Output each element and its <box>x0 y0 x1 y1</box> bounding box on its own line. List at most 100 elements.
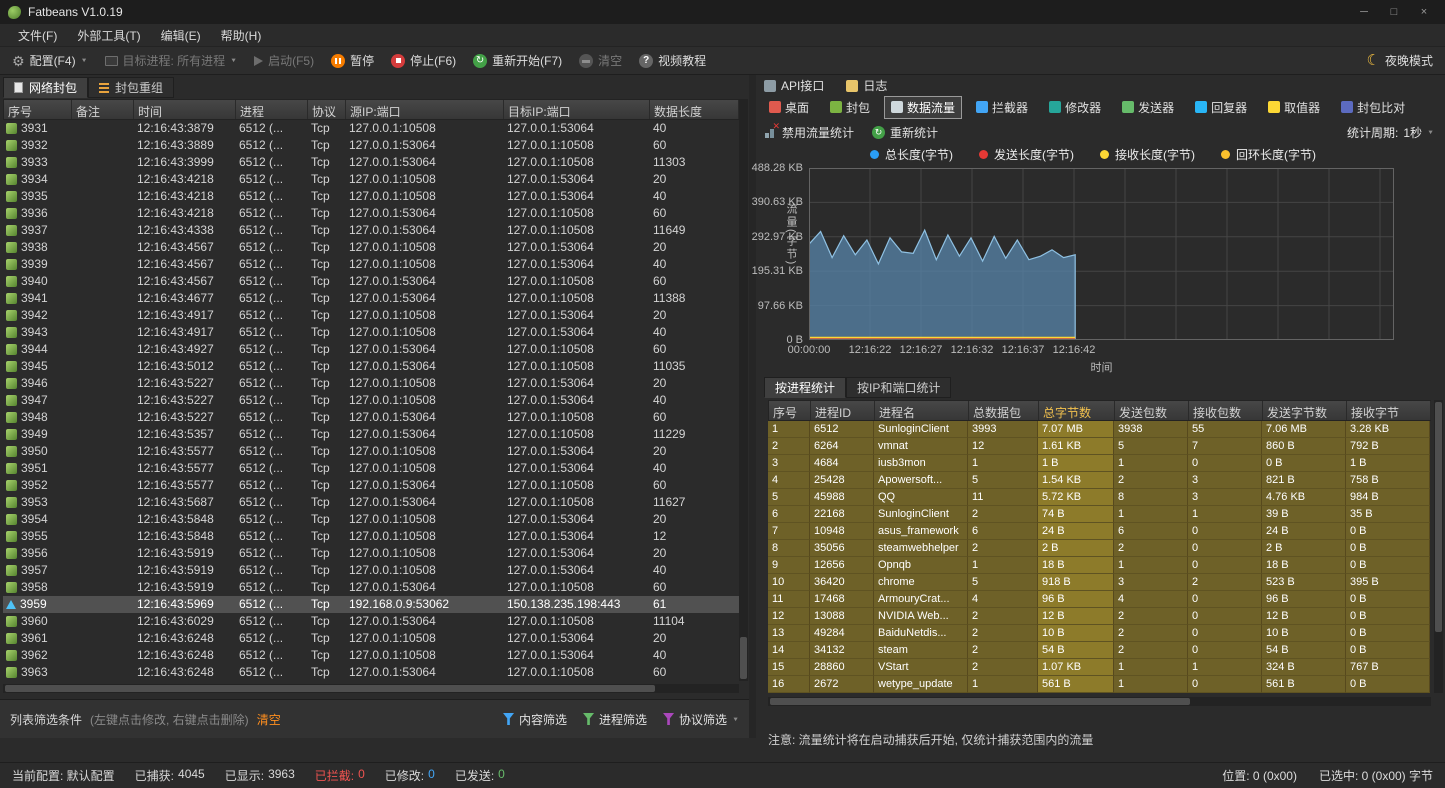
column-header[interactable]: 序号 <box>769 401 811 420</box>
table-row[interactable]: 395012:16:43:55776512 (...Tcp127.0.0.1:1… <box>3 443 739 460</box>
tab-by-ip-port[interactable]: 按IP和端口统计 <box>846 377 951 398</box>
table-row[interactable]: 394312:16:43:49176512 (...Tcp127.0.0.1:1… <box>3 324 739 341</box>
column-header[interactable]: 接收字节 <box>1347 401 1431 420</box>
table-row[interactable]: 396012:16:43:60296512 (...Tcp127.0.0.1:5… <box>3 613 739 630</box>
column-header[interactable]: 总数据包 <box>969 401 1039 420</box>
tab-traffic[interactable]: 数据流量 <box>884 96 962 119</box>
table-row[interactable]: 393912:16:43:45676512 (...Tcp127.0.0.1:1… <box>3 256 739 273</box>
table-row[interactable]: 394212:16:43:49176512 (...Tcp127.0.0.1:1… <box>3 307 739 324</box>
filter-clear-button[interactable]: 清空 <box>257 711 281 728</box>
table-row[interactable]: 912656Opnqb118 B1018 B0 B <box>768 557 1431 574</box>
column-header[interactable]: 发送字节数 <box>1263 401 1347 420</box>
table-row[interactable]: 393812:16:43:45676512 (...Tcp127.0.0.1:1… <box>3 239 739 256</box>
column-header[interactable]: 序号 <box>4 100 72 119</box>
disable-traffic-stats-button[interactable]: 禁用流量统计 <box>764 124 854 141</box>
column-header[interactable]: 接收包数 <box>1189 401 1263 420</box>
panel-splitter[interactable] <box>749 75 756 738</box>
column-header[interactable]: 进程 <box>236 100 308 119</box>
tab-packets[interactable]: 封包 <box>823 96 877 119</box>
table-row[interactable]: 1349284BaiduNetdis...210 B2010 B0 B <box>768 625 1431 642</box>
pause-button[interactable]: 暂停 <box>331 52 374 69</box>
tab-desktop[interactable]: 桌面 <box>762 96 816 119</box>
stop-button[interactable]: 停止(F6) <box>391 52 456 69</box>
tab-sender[interactable]: 发送器 <box>1115 96 1181 119</box>
table-row[interactable]: 393612:16:43:42186512 (...Tcp127.0.0.1:5… <box>3 205 739 222</box>
tab-modifier[interactable]: 修改器 <box>1042 96 1108 119</box>
table-row[interactable]: 396212:16:43:62486512 (...Tcp127.0.0.1:1… <box>3 647 739 664</box>
table-row[interactable]: 393512:16:43:42186512 (...Tcp127.0.0.1:1… <box>3 188 739 205</box>
table-row[interactable]: 545988QQ115.72 KB834.76 KB984 B <box>768 489 1431 506</box>
column-header[interactable]: 进程ID <box>811 401 875 420</box>
table-row[interactable]: 394512:16:43:50126512 (...Tcp127.0.0.1:5… <box>3 358 739 375</box>
column-header[interactable]: 进程名 <box>875 401 969 420</box>
stat-period-selector[interactable]: 统计周期: 1秒 ▼ <box>1347 124 1434 141</box>
stats-table-vscrollbar[interactable] <box>1434 400 1443 693</box>
table-row[interactable]: 396312:16:43:62486512 (...Tcp127.0.0.1:5… <box>3 664 739 681</box>
config-button[interactable]: ⚙ 配置(F4) ▼ <box>12 52 88 69</box>
table-row[interactable]: 393212:16:43:38896512 (...Tcp127.0.0.1:5… <box>3 137 739 154</box>
table-row[interactable]: 395812:16:43:59196512 (...Tcp127.0.0.1:5… <box>3 579 739 596</box>
column-header[interactable]: 数据长度 <box>650 100 739 119</box>
table-row[interactable]: 16512SunloginClient39937.07 MB3938557.06… <box>768 421 1431 438</box>
table-row[interactable]: 396112:16:43:62486512 (...Tcp127.0.0.1:1… <box>3 630 739 647</box>
table-row[interactable]: 395512:16:43:58486512 (...Tcp127.0.0.1:1… <box>3 528 739 545</box>
table-row[interactable]: 710948asus_framework624 B6024 B0 B <box>768 523 1431 540</box>
tutorial-button[interactable]: ? 视频教程 <box>639 52 706 69</box>
table-row[interactable]: 395312:16:43:56876512 (...Tcp127.0.0.1:5… <box>3 494 739 511</box>
table-row[interactable]: 394712:16:43:52276512 (...Tcp127.0.0.1:1… <box>3 392 739 409</box>
legend-item[interactable]: 总长度(字节) <box>870 146 953 163</box>
table-row[interactable]: 394812:16:43:52276512 (...Tcp127.0.0.1:5… <box>3 409 739 426</box>
table-row[interactable]: 425428Apowersoft...51.54 KB23821 B758 B <box>768 472 1431 489</box>
table-row[interactable]: 393712:16:43:43386512 (...Tcp127.0.0.1:5… <box>3 222 739 239</box>
column-header[interactable]: 源IP:端口 <box>346 100 504 119</box>
packet-table-hscrollbar[interactable] <box>3 684 739 693</box>
content-filter-button[interactable]: 内容筛选 <box>503 711 567 728</box>
scrollbar-thumb[interactable] <box>1435 402 1442 632</box>
table-row[interactable]: 26264vmnat121.61 KB57860 B792 B <box>768 438 1431 455</box>
table-row[interactable]: 34684iusb3mon11 B100 B1 B <box>768 455 1431 472</box>
maximize-button[interactable]: □ <box>1381 4 1407 20</box>
column-header[interactable]: 协议 <box>308 100 346 119</box>
tab-network-packets[interactable]: 网络封包 <box>3 77 88 98</box>
table-row[interactable]: 395112:16:43:55776512 (...Tcp127.0.0.1:1… <box>3 460 739 477</box>
table-row[interactable]: 394412:16:43:49276512 (...Tcp127.0.0.1:5… <box>3 341 739 358</box>
tab-log[interactable]: 日志 <box>846 77 887 94</box>
table-row[interactable]: 1528860VStart21.07 KB11324 B767 B <box>768 659 1431 676</box>
table-row[interactable]: 835056steamwebhelper22 B202 B0 B <box>768 540 1431 557</box>
column-header[interactable]: 目标IP:端口 <box>504 100 650 119</box>
table-row[interactable]: 394012:16:43:45676512 (...Tcp127.0.0.1:5… <box>3 273 739 290</box>
table-row[interactable]: 394612:16:43:52276512 (...Tcp127.0.0.1:1… <box>3 375 739 392</box>
process-filter-button[interactable]: 进程筛选 <box>583 711 647 728</box>
start-button[interactable]: 启动(F5) <box>254 52 314 69</box>
menu-item[interactable]: 编辑(E) <box>151 25 211 46</box>
tab-extractor[interactable]: 取值器 <box>1261 96 1327 119</box>
column-header[interactable]: 时间 <box>134 100 236 119</box>
recount-button[interactable]: ↻ 重新统计 <box>872 124 938 141</box>
target-process-button[interactable]: 目标进程: 所有进程 ▼ <box>105 52 238 69</box>
minimize-button[interactable]: ─ <box>1351 4 1377 20</box>
table-row[interactable]: 395412:16:43:58486512 (...Tcp127.0.0.1:1… <box>3 511 739 528</box>
table-row[interactable]: 1434132steam254 B2054 B0 B <box>768 642 1431 659</box>
table-row[interactable]: 394912:16:43:53576512 (...Tcp127.0.0.1:5… <box>3 426 739 443</box>
restart-button[interactable]: ↻ 重新开始(F7) <box>473 52 562 69</box>
table-row[interactable]: 393112:16:43:38796512 (...Tcp127.0.0.1:1… <box>3 120 739 137</box>
table-row[interactable]: 393412:16:43:42186512 (...Tcp127.0.0.1:1… <box>3 171 739 188</box>
legend-item[interactable]: 回环长度(字节) <box>1221 146 1316 163</box>
menu-item[interactable]: 帮助(H) <box>211 25 272 46</box>
menu-item[interactable]: 文件(F) <box>8 25 67 46</box>
tab-compare[interactable]: 封包比对 <box>1334 96 1412 119</box>
table-row[interactable]: 1213088NVIDIA Web...212 B2012 B0 B <box>768 608 1431 625</box>
clear-button[interactable]: 清空 <box>579 52 622 69</box>
table-row[interactable]: 395612:16:43:59196512 (...Tcp127.0.0.1:1… <box>3 545 739 562</box>
stats-table-hscrollbar[interactable] <box>768 697 1431 706</box>
scrollbar-thumb[interactable] <box>770 698 1190 705</box>
protocol-filter-button[interactable]: 协议筛选 ▼ <box>663 711 739 728</box>
table-row[interactable]: 1036420chrome5918 B32523 B395 B <box>768 574 1431 591</box>
table-row[interactable]: 162672wetype_update1561 B10561 B0 B <box>768 676 1431 693</box>
tab-by-process[interactable]: 按进程统计 <box>764 377 846 398</box>
tab-packet-reassembly[interactable]: 封包重组 <box>88 77 174 98</box>
table-row[interactable]: 395912:16:43:59696512 (...Tcp192.168.0.9… <box>3 596 739 613</box>
packet-table-vscrollbar[interactable] <box>739 99 748 681</box>
table-row[interactable]: 395212:16:43:55776512 (...Tcp127.0.0.1:5… <box>3 477 739 494</box>
column-header[interactable]: 总字节数 <box>1039 401 1115 420</box>
